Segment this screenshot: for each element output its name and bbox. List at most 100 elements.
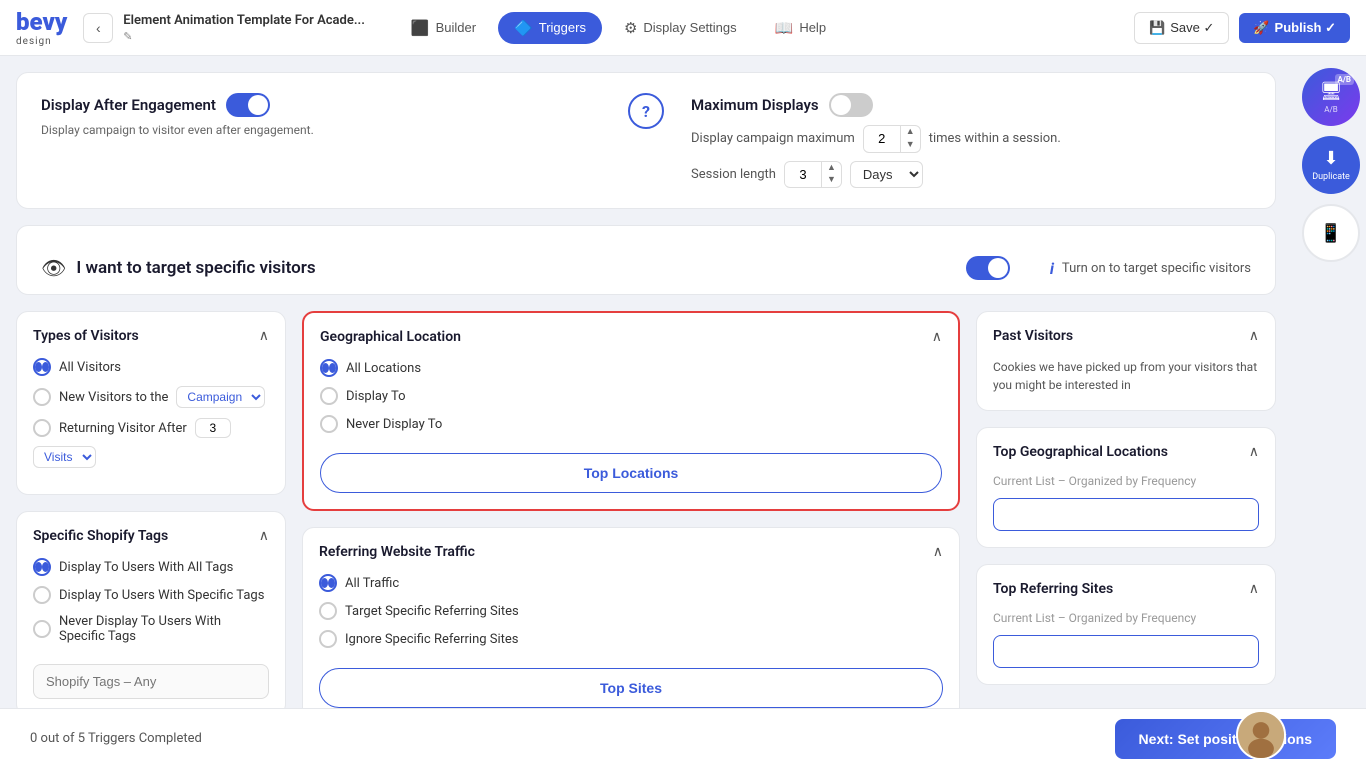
session-value-input[interactable] [785, 163, 821, 186]
max-displays-times-row: Display campaign maximum ▲ ▼ times withi… [691, 125, 1251, 153]
radio-display-to-circle [320, 387, 338, 405]
top-geo-current-list: Current List – Organized by Frequency [993, 474, 1259, 488]
radio-shopify-all[interactable]: Display To Users With All Tags [33, 558, 269, 576]
times-down-arrow[interactable]: ▼ [901, 139, 920, 152]
top-geo-search-input[interactable] [993, 498, 1259, 531]
top-referring-search-input[interactable] [993, 635, 1259, 668]
radio-returning-circle [33, 419, 51, 437]
radio-all-traffic[interactable]: All Traffic [319, 574, 943, 592]
top-referring-list: Current List – Organized by Frequency [993, 611, 1259, 625]
session-input[interactable]: ▲ ▼ [784, 161, 842, 189]
times-up-arrow[interactable]: ▲ [901, 126, 920, 139]
shopify-tags-card: Specific Shopify Tags ∧ Display To Users… [16, 511, 286, 708]
right-column: Past Visitors ∧ Cookies we have picked u… [976, 311, 1276, 708]
top-referring-header: Top Referring Sites ∧ [993, 581, 1259, 597]
top-locations-button[interactable]: Top Locations [320, 453, 942, 493]
times-input[interactable]: ▲ ▼ [863, 125, 921, 153]
radio-shopify-specific[interactable]: Display To Users With Specific Tags [33, 586, 269, 604]
tab-triggers[interactable]: 🔷 Triggers [498, 12, 602, 44]
ab-test-button[interactable]: 🖥 A/B [1302, 68, 1360, 126]
ab-label: A/B [1324, 105, 1338, 114]
tab-builder[interactable]: ⬛ Builder [395, 12, 492, 44]
help-circle-button[interactable]: ? [628, 93, 664, 129]
main-content: Display After Engagement Display campaig… [0, 56, 1366, 708]
shopify-tags-input[interactable] [33, 664, 269, 699]
left-column: Types of Visitors ∧ All Visitors New Vis… [16, 311, 286, 708]
geo-chevron-up[interactable]: ∧ [932, 329, 942, 345]
session-down-arrow[interactable]: ▼ [822, 174, 841, 187]
max-displays-toggle[interactable] [829, 93, 873, 117]
new-visitors-select[interactable]: Campaign [176, 386, 265, 408]
radio-all-visitors[interactable]: All Visitors [33, 358, 269, 376]
avatar [1236, 710, 1286, 760]
session-length-row: Session length ▲ ▼ Days Hours [691, 161, 1251, 189]
top-sites-button[interactable]: Top Sites [319, 668, 943, 708]
past-visitors-title: Past Visitors [993, 328, 1073, 344]
engagement-title: Display After Engagement [41, 96, 216, 114]
max-displays-col: Maximum Displays Display campaign maximu… [691, 93, 1251, 188]
top-navigation: bevy design ‹ Element Animation Template… [0, 0, 1366, 56]
radio-ignore-referring[interactable]: Ignore Specific Referring Sites [319, 630, 943, 648]
save-button[interactable]: 💾 Save ✓ [1134, 12, 1229, 44]
radio-shopify-all-circle [33, 558, 51, 576]
returning-num-input[interactable] [195, 418, 231, 438]
radio-target-referring[interactable]: Target Specific Referring Sites [319, 602, 943, 620]
bottom-bar: 0 out of 5 Triggers Completed Next: Set … [0, 708, 1366, 768]
shopify-header: Specific Shopify Tags ∧ [33, 528, 269, 544]
info-row: i Turn on to target specific visitors [1050, 259, 1251, 278]
next-button[interactable]: Next: Set position options [1115, 719, 1336, 759]
types-chevron-up[interactable]: ∧ [259, 328, 269, 344]
session-arrows: ▲ ▼ [821, 162, 841, 188]
top-referring-chevron[interactable]: ∧ [1249, 581, 1259, 597]
tab-display-settings[interactable]: ⚙ Display Settings [608, 12, 753, 44]
cards-grid: Types of Visitors ∧ All Visitors New Vis… [16, 311, 1276, 708]
top-geo-chevron[interactable]: ∧ [1249, 444, 1259, 460]
session-up-arrow[interactable]: ▲ [822, 162, 841, 175]
engagement-subtitle: Display campaign to visitor even after e… [41, 123, 601, 137]
returning-select[interactable]: Visits [33, 446, 96, 468]
info-text: Turn on to target specific visitors [1062, 261, 1251, 276]
top-referring-title: Top Referring Sites [993, 581, 1113, 597]
duplicate-label: Duplicate [1312, 172, 1350, 182]
radio-display-to[interactable]: Display To [320, 387, 942, 405]
radio-shopify-never[interactable]: Never Display To Users With Specific Tag… [33, 614, 269, 644]
publish-icon: 🚀 [1253, 20, 1269, 36]
radio-shopify-specific-circle [33, 586, 51, 604]
triggers-icon: 🔷 [514, 19, 533, 37]
referring-title: Referring Website Traffic [319, 544, 475, 560]
past-visitors-header: Past Visitors ∧ [993, 328, 1259, 344]
types-of-visitors-card: Types of Visitors ∧ All Visitors New Vis… [16, 311, 286, 495]
nav-tabs: ⬛ Builder 🔷 Triggers ⚙ Display Settings … [395, 12, 1134, 44]
geo-location-card: Geographical Location ∧ All Locations Di… [302, 311, 960, 511]
eye-icon: 👁 [41, 256, 66, 280]
mobile-button[interactable]: 📱 [1302, 204, 1360, 262]
back-button[interactable]: ‹ [83, 13, 113, 43]
engagement-toggle[interactable] [226, 93, 270, 117]
help-icon: 📖 [775, 19, 794, 37]
radio-all-traffic-circle [319, 574, 337, 592]
logo-tagline: design [16, 36, 52, 47]
info-icon: i [1050, 259, 1054, 278]
radio-new-visitors[interactable]: New Visitors to the Campaign [33, 386, 269, 408]
referring-chevron-up[interactable]: ∧ [933, 544, 943, 560]
times-value-input[interactable] [864, 127, 900, 150]
nav-title-area: Element Animation Template For Acade... … [123, 13, 365, 43]
publish-button[interactable]: 🚀 Publish ✓ [1239, 13, 1350, 43]
past-visitors-desc: Cookies we have picked up from your visi… [993, 358, 1259, 394]
builder-icon: ⬛ [411, 19, 430, 37]
duplicate-button[interactable]: ⬇ Duplicate [1302, 136, 1360, 194]
target-visitors-toggle[interactable] [966, 256, 1010, 280]
radio-all-locations[interactable]: All Locations [320, 359, 942, 377]
radio-never-display[interactable]: Never Display To [320, 415, 942, 433]
shopify-chevron-up[interactable]: ∧ [259, 528, 269, 544]
radio-all-visitors-circle [33, 358, 51, 376]
edit-icon[interactable]: ✎ [123, 30, 365, 43]
tab-help[interactable]: 📖 Help [759, 12, 842, 44]
logo: bevy [16, 8, 67, 36]
radio-returning-visitor[interactable]: Returning Visitor After Visits [33, 418, 269, 468]
past-visitors-chevron[interactable]: ∧ [1249, 328, 1259, 344]
types-header: Types of Visitors ∧ [33, 328, 269, 344]
radio-never-display-circle [320, 415, 338, 433]
middle-column: Geographical Location ∧ All Locations Di… [302, 311, 960, 708]
session-unit-select[interactable]: Days Hours [850, 161, 923, 188]
